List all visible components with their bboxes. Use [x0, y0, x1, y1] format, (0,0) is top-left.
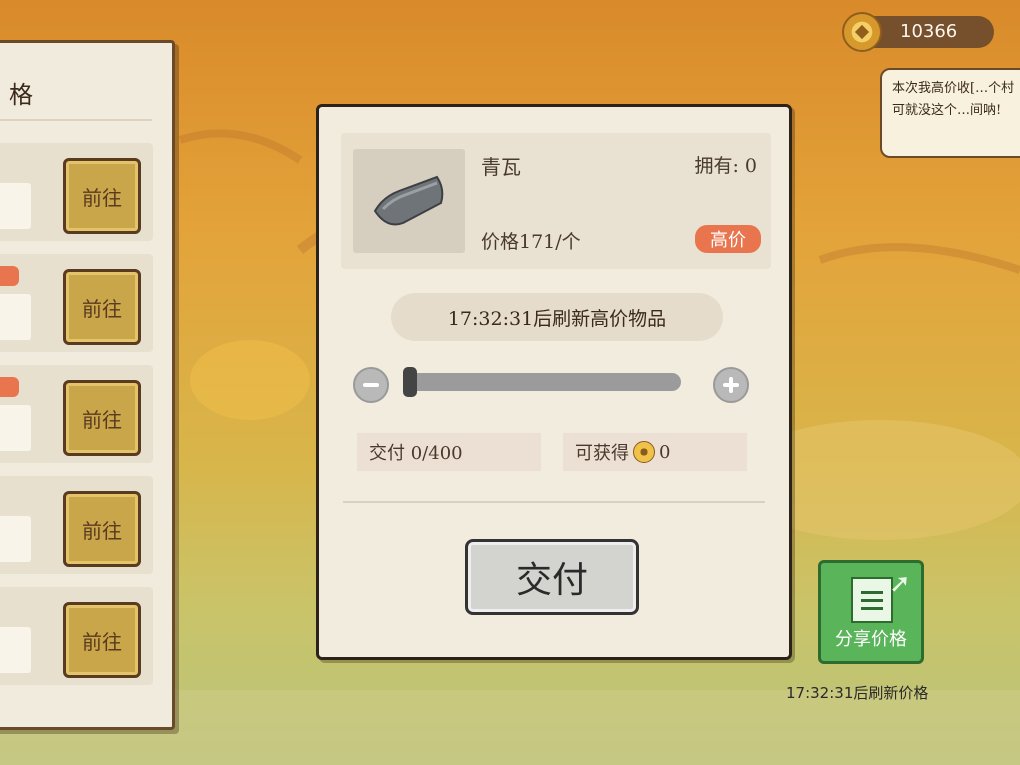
document-icon: [851, 577, 893, 623]
roof-tile-icon: [373, 175, 444, 226]
deliver-count: 交付 0/400: [357, 433, 541, 471]
plus-button[interactable]: [713, 367, 749, 403]
copper-coin-icon: [842, 12, 882, 52]
list-item: 前往: [0, 143, 153, 241]
list-item: 前往: [0, 365, 153, 463]
item-thumbnail: [353, 149, 465, 253]
share-price-button[interactable]: ➚ 分享价格: [818, 560, 924, 664]
list-item: 前往: [0, 476, 153, 574]
reward-label: 可获得: [575, 443, 629, 464]
go-button[interactable]: 前往: [63, 491, 141, 567]
deliver-count-text: 交付 0/400: [369, 443, 463, 464]
high-price-tag: [0, 377, 19, 397]
shop-list-panel: 格 前往 前往 前往 前往 前往: [0, 40, 175, 730]
high-price-badge: 高价: [695, 225, 761, 253]
share-arrow-icon: ➚: [889, 569, 911, 599]
panel-title: 格: [9, 81, 33, 109]
deliver-button[interactable]: 交付: [465, 539, 639, 615]
divider: [343, 501, 765, 503]
npc-speech-bubble: 本次我高价收[…个村可就没这个…间呐!: [880, 68, 1020, 158]
coin-icon: [633, 441, 655, 463]
go-button[interactable]: 前往: [63, 380, 141, 456]
item-slot: [0, 183, 31, 229]
list-item: 前往: [0, 587, 153, 685]
item-slot: [0, 516, 31, 562]
item-slot: [0, 627, 31, 673]
item-name: 青瓦: [481, 155, 521, 179]
item-slot: [0, 405, 31, 451]
high-price-tag: [0, 266, 19, 286]
item-card: 青瓦 拥有: 0 价格171/个 高价: [341, 133, 771, 269]
coin-counter: 10366: [842, 12, 994, 52]
item-slot: [0, 294, 31, 340]
go-button[interactable]: 前往: [63, 602, 141, 678]
go-button[interactable]: 前往: [63, 158, 141, 234]
quantity-slider[interactable]: [405, 373, 681, 391]
item-price: 价格171/个: [481, 231, 581, 253]
go-button[interactable]: 前往: [63, 269, 141, 345]
coin-value: 10366: [900, 21, 958, 42]
slider-handle[interactable]: [403, 367, 417, 397]
owned-count: 拥有: 0: [694, 155, 757, 177]
refresh-timer: 17:32:31后刷新高价物品: [391, 293, 723, 341]
price-refresh-timer: 17:32:31后刷新价格: [786, 684, 929, 702]
share-label: 分享价格: [835, 629, 907, 650]
sell-panel: 青瓦 拥有: 0 价格171/个 高价 17:32:31后刷新高价物品 交付 0…: [316, 104, 792, 660]
reward-value: 0: [659, 441, 671, 463]
divider: [0, 119, 152, 121]
minus-button[interactable]: [353, 367, 389, 403]
reward-info: 可获得 0: [563, 433, 747, 471]
list-item: 前往: [0, 254, 153, 352]
